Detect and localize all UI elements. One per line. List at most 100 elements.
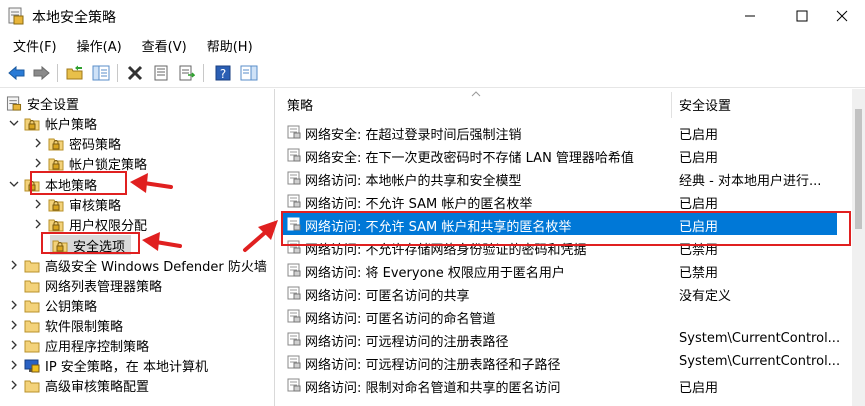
folder-icon	[24, 340, 40, 352]
chevron-right-icon[interactable]	[32, 157, 44, 169]
policy-row[interactable]: 网络安全: 在超过登录时间后强制注销 已启用	[281, 121, 837, 143]
svg-text:?: ?	[220, 67, 226, 81]
folder-lock-icon	[48, 158, 64, 170]
tree-label: 审核策略	[69, 198, 122, 214]
tree-label: 帐户策略	[45, 117, 98, 133]
forward-button[interactable]	[30, 62, 52, 84]
chevron-right-icon[interactable]	[8, 259, 20, 271]
policy-row[interactable]: 网络访问: 可远程访问的注册表路径 System\CurrentControl..…	[281, 328, 840, 350]
menu-bar: 文件(F) 操作(A) 查看(V) 帮助(H)	[0, 34, 260, 56]
folder-icon	[24, 380, 40, 392]
folder-lock-icon	[48, 219, 64, 231]
policy-item-icon	[287, 378, 301, 392]
tree-item-security-settings[interactable]: 安全设置	[6, 93, 79, 113]
policy-row[interactable]: 网络访问: 可匿名访问的共享 没有定义	[281, 282, 837, 304]
properties-icon	[154, 65, 168, 81]
chevron-right-icon[interactable]	[32, 218, 44, 230]
policy-row[interactable]: 网络访问: 限制对命名管道和共享的匿名访问 已启用	[281, 374, 837, 396]
tree-item-user-rights[interactable]: 用户权限分配	[32, 214, 147, 234]
menu-help[interactable]: 帮助(H)	[200, 34, 260, 56]
policy-name: 网络访问: 可远程访问的注册表路径	[305, 335, 509, 350]
chevron-down-icon[interactable]	[8, 178, 20, 190]
tree-item-public-key[interactable]: 公钥策略	[8, 295, 97, 315]
tree-label: 密码策略	[69, 137, 122, 153]
close-button[interactable]	[819, 0, 865, 32]
tree-item-password-policy[interactable]: 密码策略	[32, 133, 121, 153]
tree-item-ip-security[interactable]: IP 安全策略，在 本地计算机	[8, 355, 208, 375]
up-folder-button[interactable]	[64, 62, 86, 84]
window-title: 本地安全策略	[32, 10, 116, 26]
policy-name: 网络访问: 本地帐户的共享和安全模型	[305, 174, 522, 189]
export-list-button[interactable]	[176, 62, 198, 84]
chevron-right-icon[interactable]	[32, 198, 44, 210]
folder-icon	[24, 300, 40, 312]
annotation-box-security-options	[41, 232, 140, 254]
delete-icon	[127, 65, 143, 81]
properties-button[interactable]	[150, 62, 172, 84]
policy-item-icon	[287, 286, 301, 300]
policy-item-icon	[287, 309, 301, 323]
show-tree-button[interactable]	[90, 62, 112, 84]
chevron-right-icon[interactable]	[32, 137, 44, 149]
policy-row[interactable]: 网络访问: 本地帐户的共享和安全模型 经典 - 对本地用户进行...	[281, 167, 837, 189]
help-button[interactable]: ?	[212, 62, 234, 84]
tree-label: IP 安全策略，在 本地计算机	[45, 359, 208, 375]
annotation-box-selected-policy	[281, 211, 851, 246]
policy-item-icon	[287, 263, 301, 277]
policy-list-pane: 策略 安全设置 网络安全: 在超过登录时间后强制注销 已启用 网络安全: 在下一次更…	[281, 89, 865, 406]
menu-view[interactable]: 查看(V)	[135, 34, 194, 56]
folder-lock-icon	[48, 138, 64, 150]
annotation-arrow-icon	[130, 173, 173, 193]
policy-row[interactable]: 网络安全: 在下一次更改密码时不存储 LAN 管理器哈希值 已启用	[281, 144, 837, 166]
tree-item-advanced-audit[interactable]: 高级审核策略配置	[8, 375, 149, 395]
app-icon	[8, 7, 24, 25]
back-icon	[8, 65, 25, 81]
policy-setting: 已启用	[679, 128, 719, 143]
chevron-right-icon[interactable]	[8, 379, 20, 391]
policy-name: 网络访问: 可匿名访问的命名管道	[305, 312, 496, 327]
chevron-down-icon[interactable]	[8, 117, 20, 129]
policy-setting: 已启用	[679, 381, 719, 396]
policy-row[interactable]: 网络访问: 可远程访问的注册表路径和子路径 System\CurrentContr…	[281, 351, 840, 373]
forward-icon	[33, 65, 50, 81]
show-tree-icon	[92, 65, 110, 81]
menu-action[interactable]: 操作(A)	[70, 34, 129, 56]
policy-setting: 经典 - 对本地用户进行...	[679, 174, 822, 189]
delete-button[interactable]	[124, 62, 146, 84]
tree-item-app-control[interactable]: 应用程序控制策略	[8, 335, 149, 355]
folder-icon	[24, 280, 40, 292]
minimize-button[interactable]	[727, 0, 773, 32]
policy-setting: 已启用	[679, 151, 719, 166]
vertical-scrollbar[interactable]	[852, 89, 865, 406]
close-icon	[836, 10, 848, 22]
policy-row[interactable]: 网络访问: 可匿名访问的命名管道	[281, 305, 837, 327]
policy-row[interactable]: 网络访问: 将 Everyone 权限应用于匿名用户 已禁用	[281, 259, 837, 281]
policy-item-icon	[287, 148, 301, 162]
menu-file[interactable]: 文件(F)	[6, 34, 64, 56]
chevron-right-icon[interactable]	[8, 319, 20, 331]
ip-security-icon	[24, 359, 40, 372]
tree-item-network-list[interactable]: 网络列表管理器策略	[8, 275, 162, 295]
help-icon: ?	[215, 65, 231, 81]
minimize-icon	[745, 15, 755, 17]
tree-item-audit-policy[interactable]: 审核策略	[32, 194, 121, 214]
tree-label: 高级审核策略配置	[45, 379, 150, 395]
chevron-right-icon[interactable]	[8, 339, 20, 351]
annotation-arrow-icon	[142, 232, 182, 251]
policy-name: 网络访问: 可匿名访问的共享	[305, 289, 470, 304]
action-pane-icon	[240, 65, 258, 81]
policy-name: 网络访问: 不允许 SAM 帐户的匿名枚举	[305, 197, 533, 212]
chevron-right-icon[interactable]	[8, 299, 20, 311]
chevron-right-icon[interactable]	[8, 359, 20, 371]
policy-row[interactable]: 网络访问: 不允许 SAM 帐户的匿名枚举 已启用	[281, 190, 837, 212]
tree-label: 安全设置	[27, 97, 80, 113]
action-pane-button[interactable]	[238, 62, 260, 84]
scrollbar-thumb[interactable]	[855, 109, 862, 229]
column-header-setting[interactable]: 安全设置	[679, 89, 849, 119]
folder-lock-icon	[24, 118, 40, 130]
tree-item-account-policy[interactable]: 帐户策略	[8, 113, 97, 133]
back-button[interactable]	[6, 62, 28, 84]
policy-setting: 已禁用	[679, 266, 719, 281]
tree-item-software-restriction[interactable]: 软件限制策略	[8, 315, 123, 335]
tree-item-firewall[interactable]: 高级安全 Windows Defender 防火墙	[8, 255, 267, 275]
